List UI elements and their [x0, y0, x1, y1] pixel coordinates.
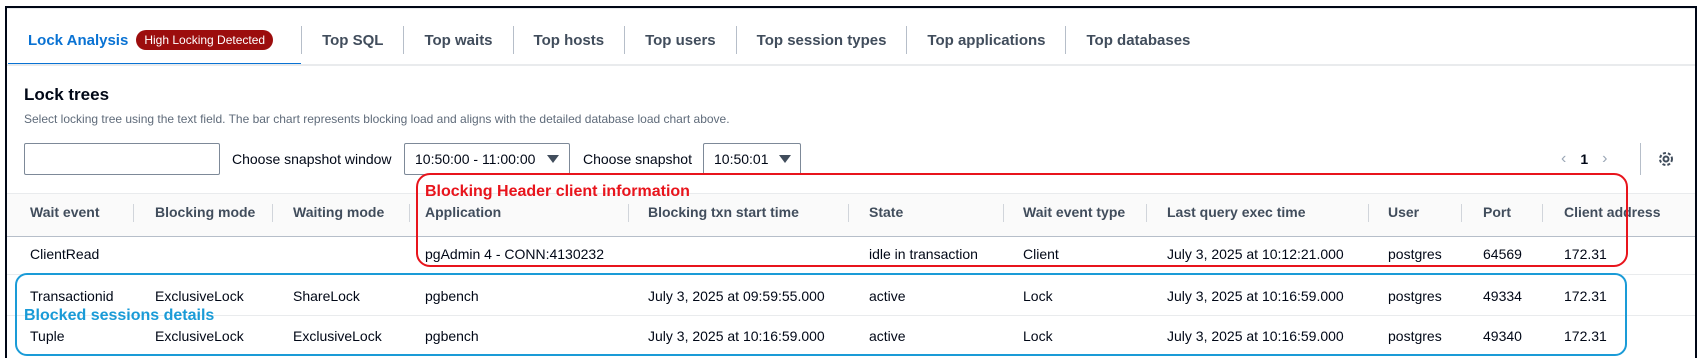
snapshot-label: Choose snapshot — [583, 151, 692, 167]
tab-top-users[interactable]: Top users — [625, 14, 736, 66]
tab-top-session-types[interactable]: Top session types — [737, 14, 907, 66]
caret-down-icon — [547, 155, 559, 163]
tab-label: Lock Analysis — [28, 31, 129, 49]
col-blocking-mode[interactable]: Blocking mode — [155, 204, 255, 220]
tab-label: Top hosts — [533, 31, 605, 49]
tab-label: Top SQL — [322, 31, 384, 49]
chevron-right-icon[interactable]: › — [1602, 150, 1607, 168]
snapshot-value: 10:50:01 — [714, 151, 769, 167]
panel-top-border — [7, 8, 1695, 9]
column-divider — [133, 204, 134, 222]
tab-lock-analysis[interactable]: Lock Analysis High Locking Detected — [8, 14, 302, 66]
blocking-header-annotation: Blocking Header client information — [425, 183, 690, 200]
snapshot-window-label: Choose snapshot window — [232, 151, 392, 167]
lock-tree-search[interactable] — [24, 143, 220, 175]
column-divider — [272, 204, 273, 222]
tab-top-applications[interactable]: Top applications — [907, 14, 1065, 66]
pagination: ‹ 1 › — [1561, 150, 1607, 168]
tabs-underline — [7, 64, 1695, 66]
snapshot-window-value: 10:50:00 - 11:00:00 — [415, 151, 536, 167]
cell-wait-event: ClientRead — [30, 246, 100, 262]
column-divider — [409, 204, 410, 222]
high-locking-badge: High Locking Detected — [136, 30, 274, 50]
pagination-divider — [1640, 143, 1641, 175]
tab-top-hosts[interactable]: Top hosts — [514, 14, 625, 66]
page: Lock Analysis High Locking Detected Top … — [0, 0, 1702, 358]
tab-label: Top databases — [1086, 31, 1191, 49]
caret-down-icon — [778, 155, 791, 163]
search-input[interactable] — [43, 151, 219, 167]
snapshot-window-select[interactable]: 10:50:00 - 11:00:00 — [404, 143, 570, 175]
gear-icon[interactable] — [1657, 150, 1675, 173]
tab-label: Top session types — [756, 31, 887, 49]
tab-top-databases[interactable]: Top databases — [1066, 14, 1210, 66]
current-page[interactable]: 1 — [1580, 151, 1588, 167]
blocked-sessions-highlight — [15, 273, 1627, 356]
tab-top-waits[interactable]: Top waits — [404, 14, 512, 66]
col-wait-event[interactable]: Wait event — [30, 204, 100, 220]
tab-label: Top applications — [927, 31, 1046, 49]
section-title: Lock trees — [24, 85, 110, 104]
section-description: Select locking tree using the text field… — [24, 112, 730, 126]
tab-top-sql[interactable]: Top SQL — [302, 14, 403, 66]
tab-label: Top waits — [424, 31, 493, 49]
tab-bar: Lock Analysis High Locking Detected Top … — [8, 14, 1210, 66]
chevron-left-icon[interactable]: ‹ — [1561, 150, 1566, 168]
tab-label: Top users — [645, 31, 716, 49]
col-waiting-mode[interactable]: Waiting mode — [293, 204, 384, 220]
snapshot-select[interactable]: 10:50:01 — [703, 143, 801, 175]
blocked-sessions-annotation: Blocked sessions details — [24, 307, 215, 324]
